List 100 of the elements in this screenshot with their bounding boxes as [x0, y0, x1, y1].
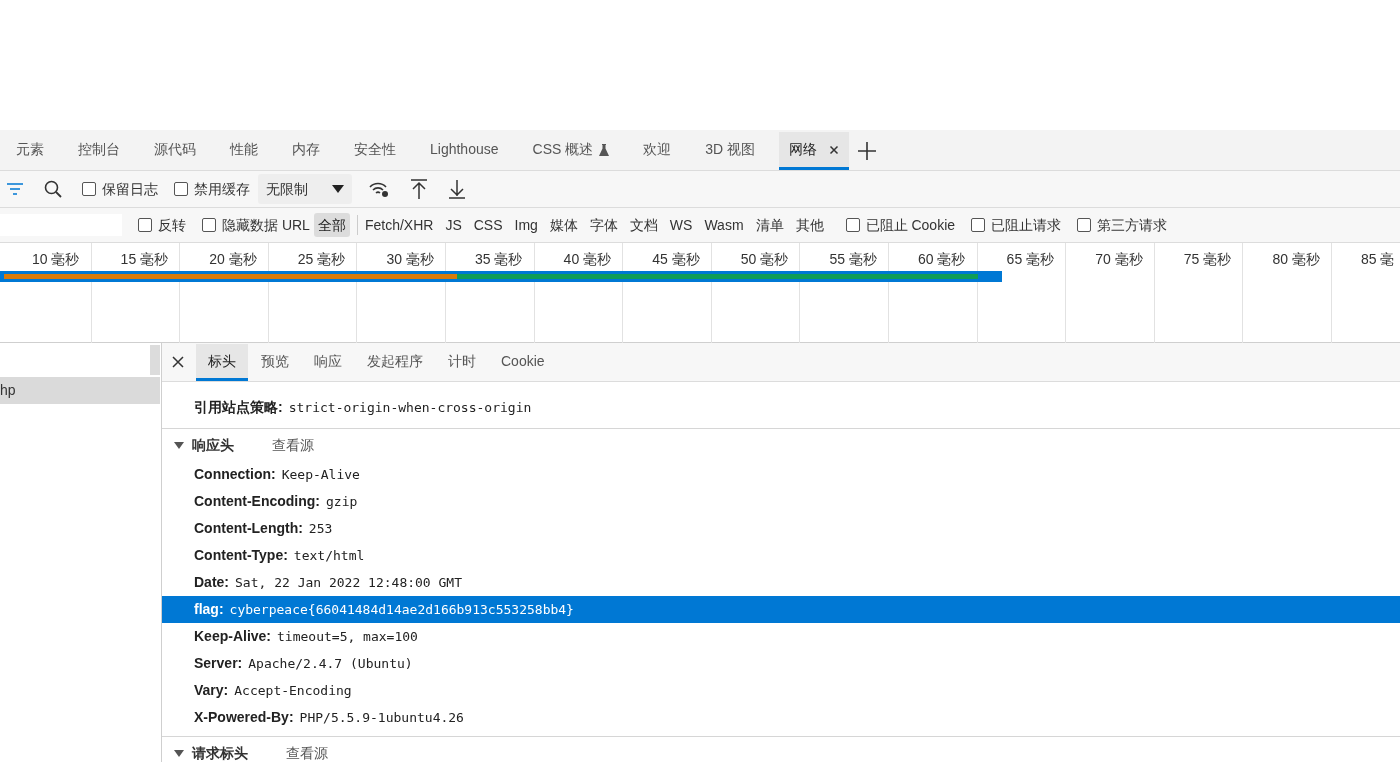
add-tab-icon[interactable] — [857, 141, 877, 161]
search-icon[interactable] — [44, 180, 62, 198]
collapse-triangle-icon[interactable] — [174, 749, 184, 757]
time-tick-label: 80 毫秒 — [1272, 250, 1320, 269]
panel-tab[interactable]: 安全性 — [344, 132, 406, 170]
checkbox-label: 隐藏数据 URL — [222, 215, 310, 235]
view-source-link[interactable]: 查看源 — [272, 434, 314, 456]
detail-tab[interactable]: 计时 — [436, 344, 488, 381]
time-tick-label: 65 毫秒 — [1006, 250, 1055, 269]
wifi-gear-icon[interactable] — [368, 180, 390, 198]
panel-tab[interactable]: Lighthouse — [420, 132, 509, 170]
header-row[interactable]: Server: Apache/2.4.7 (Ubuntu) — [162, 650, 1400, 677]
close-icon[interactable] — [172, 356, 184, 368]
time-tick-label: 15 毫秒 — [120, 250, 169, 269]
header-name: Content-Type: — [194, 546, 288, 565]
throttling-dropdown[interactable]: 无限制 — [258, 174, 352, 204]
header-row[interactable]: Connection: Keep-Alive — [162, 461, 1400, 488]
type-filter[interactable]: 字体 — [585, 213, 622, 237]
header-row[interactable]: Content-Length: 253 — [162, 515, 1400, 542]
type-filter[interactable]: Img — [510, 213, 542, 237]
header-value: Accept-Encoding — [234, 681, 352, 700]
header-name: flag: — [194, 600, 224, 619]
type-filter[interactable]: 全部 — [313, 213, 350, 237]
panel-tab[interactable]: 源代码 — [144, 132, 206, 170]
header-name: Content-Length: — [194, 519, 303, 538]
header-row[interactable]: X-Powered-By: PHP/5.5.9-1ubuntu4.26 — [162, 704, 1400, 731]
type-filter[interactable]: 清单 — [751, 213, 788, 237]
header-name: Keep-Alive: — [194, 627, 272, 646]
detail-tab[interactable]: Cookie — [489, 344, 557, 381]
type-filter[interactable]: CSS — [469, 213, 507, 237]
section-title[interactable]: 响应头 — [192, 434, 234, 456]
time-tick-label: 30 毫秒 — [386, 250, 434, 269]
section-title[interactable]: 请求标头 — [192, 742, 248, 762]
checkbox-label: 保留日志 — [102, 179, 158, 199]
header-value: timeout=5, max=100 — [277, 627, 418, 646]
checkbox[interactable] — [971, 218, 986, 232]
header-row[interactable]: flag: cyberpeace{66041484d14ae2d166b913c553258bb4} — [162, 596, 1400, 623]
checkbox[interactable] — [202, 218, 216, 232]
type-filter[interactable]: WS — [665, 213, 697, 237]
checkbox[interactable] — [845, 218, 860, 232]
header-value: Keep-Alive — [281, 465, 360, 484]
checkbox[interactable] — [1077, 218, 1092, 232]
time-tick-label: 85 毫 — [1361, 250, 1395, 269]
time-tick-label: 25 毫秒 — [297, 250, 346, 269]
header-name: X-Powered-By: — [194, 708, 294, 727]
header-row[interactable]: Date: Sat, 22 Jan 2022 12:48:00 GMT — [162, 569, 1400, 596]
scrollbar[interactable] — [150, 345, 160, 375]
type-filter[interactable]: 文档 — [625, 213, 662, 237]
panel-tab[interactable]: 性能 — [220, 132, 268, 170]
checkbox[interactable] — [138, 218, 152, 232]
header-name: Content-Encoding: — [194, 492, 320, 511]
panel-tab[interactable]: 3D 视图 — [695, 132, 765, 170]
time-tick-label: 55 毫秒 — [829, 250, 877, 269]
header-name: Date: — [194, 573, 229, 592]
checkbox[interactable] — [82, 182, 96, 196]
download-icon[interactable] — [448, 179, 466, 199]
time-tick-label: 10 毫秒 — [32, 250, 80, 269]
panel-tab[interactable]: 欢迎 — [633, 132, 682, 170]
detail-tab[interactable]: 发起程序 — [355, 344, 435, 381]
flask-icon — [599, 143, 610, 156]
panel-tab[interactable]: 控制台 — [68, 132, 130, 170]
request-row[interactable]: hp — [0, 377, 160, 404]
header-row[interactable]: 引用站点策略: strict-origin-when-cross-origin — [162, 394, 1400, 421]
filter-icon[interactable] — [6, 182, 24, 196]
panel-tab[interactable]: 网络 — [779, 132, 849, 170]
time-tick-label: 75 毫秒 — [1183, 250, 1232, 269]
checkbox-label: 反转 — [158, 215, 186, 235]
close-icon[interactable] — [829, 144, 839, 155]
header-row[interactable]: Keep-Alive: timeout=5, max=100 — [162, 623, 1400, 650]
checkbox[interactable] — [174, 182, 188, 196]
type-filter[interactable]: 其他 — [791, 213, 828, 237]
type-filter[interactable]: Wasm — [700, 213, 748, 237]
time-tick-label: 45 毫秒 — [652, 250, 700, 269]
detail-tab[interactable]: 预览 — [249, 344, 301, 381]
checkbox-label: 已阻止 Cookie — [865, 215, 956, 235]
upload-icon[interactable] — [410, 179, 428, 199]
checkbox-label: 已阻止请求 — [991, 215, 1062, 235]
header-name: Connection: — [194, 465, 276, 484]
time-tick-label: 50 毫秒 — [740, 250, 789, 269]
time-tick-label: 70 毫秒 — [1095, 250, 1143, 269]
view-source-link[interactable]: 查看源 — [286, 742, 328, 762]
detail-tab[interactable]: 响应 — [302, 344, 354, 381]
type-filter[interactable]: 媒体 — [545, 213, 582, 237]
detail-tab[interactable]: 标头 — [196, 344, 248, 381]
panel-tab[interactable]: CSS 概述 — [522, 132, 620, 170]
time-tick-label: 40 毫秒 — [563, 250, 612, 269]
header-value: cyberpeace{66041484d14ae2d166b913c553258bb4} — [229, 600, 574, 619]
header-value: strict-origin-when-cross-origin — [288, 398, 532, 417]
type-filter[interactable]: Fetch/XHR — [360, 213, 438, 237]
type-filter[interactable]: JS — [441, 213, 466, 237]
checkbox-label: 禁用缓存 — [194, 179, 250, 199]
panel-tab[interactable]: 元素 — [6, 132, 54, 170]
panel-tab[interactable]: 内存 — [282, 132, 330, 170]
header-value: PHP/5.5.9-1ubuntu4.26 — [299, 708, 464, 727]
header-row[interactable]: Vary: Accept-Encoding — [162, 677, 1400, 704]
time-tick-label: 20 毫秒 — [209, 250, 257, 269]
header-row[interactable]: Content-Type: text/html — [162, 542, 1400, 569]
header-row[interactable]: Content-Encoding: gzip — [162, 488, 1400, 515]
collapse-triangle-icon[interactable] — [174, 441, 184, 449]
caret-icon — [332, 185, 344, 193]
